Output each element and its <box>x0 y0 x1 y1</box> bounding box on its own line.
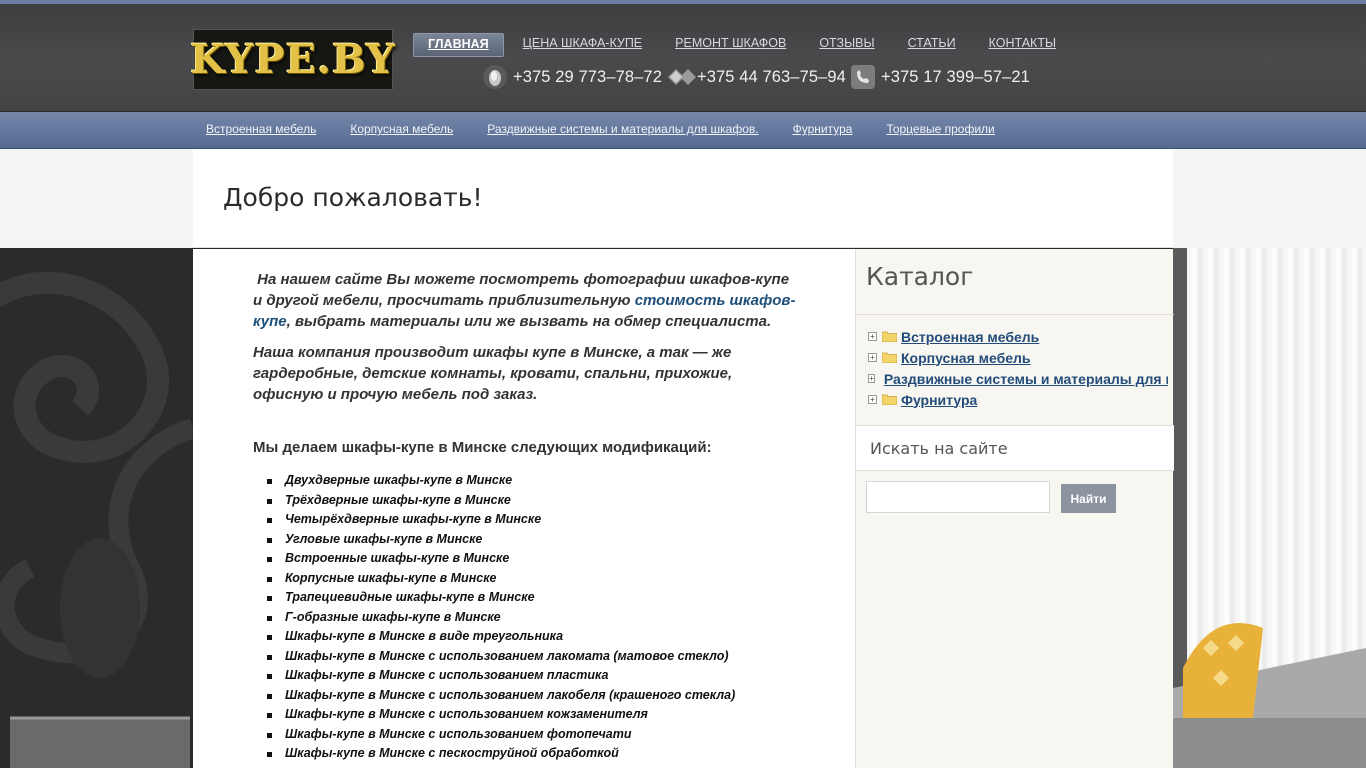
intro-text: На нашем сайте Вы можете посмотреть фото… <box>253 269 798 415</box>
expand-icon[interactable]: + <box>868 332 877 341</box>
catalog-item: + Корпусная мебель <box>868 347 1168 368</box>
list-item: Шкафы-купе в Минске с пескоструйной обра… <box>267 744 825 764</box>
catalog-tree: + Встроенная мебель + Корпусная мебель +… <box>868 326 1168 410</box>
catalog-item: + Встроенная мебель <box>868 326 1168 347</box>
phone-number[interactable]: +375 17 399–57–21 <box>881 68 1030 87</box>
list-item: Трёхдверные шкафы-купе в Минске <box>267 491 825 511</box>
site-header: KYPE.BY Главная Цена шкафа-купе Ремонт ш… <box>0 0 1366 112</box>
phone-item: +375 29 773–78–72 <box>482 64 662 90</box>
list-item: Встроенные шкафы-купе в Минске <box>267 549 825 569</box>
folder-icon <box>882 394 897 405</box>
main-nav: Главная Цена шкафа-купе Ремонт шкафов От… <box>413 33 1075 57</box>
intro-paragraph-1: На нашем сайте Вы можете посмотреть фото… <box>253 269 798 332</box>
list-item: Корпусные шкафы-купе в Минске <box>267 569 825 589</box>
subnav-hardware[interactable]: Фурнитура <box>793 122 853 136</box>
site-logo[interactable]: KYPE.BY <box>190 29 396 90</box>
phone-item: +375 44 763–75–94 <box>666 64 846 90</box>
list-item: Шкафы-купе в Минске в виде треугольника <box>267 627 825 647</box>
nav-articles[interactable]: Статьи <box>894 33 970 57</box>
background-pattern-left <box>0 248 193 768</box>
subnav-built-in[interactable]: Встроенная мебель <box>206 122 316 136</box>
bg-strip <box>1173 149 1366 248</box>
list-item: Шкафы-купе в Минске с использованием лак… <box>267 686 825 706</box>
list-item: Шкафы-купе в Минске с использованием лак… <box>267 647 825 667</box>
phone-number[interactable]: +375 29 773–78–72 <box>513 68 662 87</box>
list-item: Трапециевидные шкафы-купе в Минске <box>267 588 825 608</box>
category-nav: Встроенная мебель Корпусная мебель Раздв… <box>0 112 1366 149</box>
page-title: Добро пожаловать! <box>223 183 483 212</box>
mts-icon <box>666 64 696 90</box>
divider <box>856 314 1174 315</box>
subnav-cabinet[interactable]: Корпусная мебель <box>350 122 453 136</box>
nav-price[interactable]: Цена шкафа-купе <box>509 33 657 57</box>
list-item: Двухдверные шкафы-купе в Минске <box>267 471 825 491</box>
phone-item: +375 17 399–57–21 <box>850 64 1030 90</box>
folder-icon <box>882 331 897 342</box>
nav-reviews[interactable]: Отзывы <box>805 33 888 57</box>
search-input[interactable] <box>866 481 1050 513</box>
catalog-item: + Раздвижные системы и материалы для шка… <box>868 368 1168 389</box>
search-button[interactable]: Найти <box>1061 484 1116 513</box>
list-item: Угловые шкафы-купе в Минске <box>267 530 825 550</box>
list-item: Г-образные шкафы-купе в Минске <box>267 608 825 628</box>
list-item: Шкафы-купе в Минске с использованием кож… <box>267 705 825 725</box>
catalog-item: + Фурнитура <box>868 389 1168 410</box>
landline-phone-icon <box>850 64 876 90</box>
expand-icon[interactable]: + <box>868 353 877 362</box>
list-item: Шкафы-купе в Минске с использованием фот… <box>267 725 825 745</box>
main-content: На нашем сайте Вы можете посмотреть фото… <box>193 249 855 768</box>
phone-list: +375 29 773–78–72 +375 44 763–75–94 +375… <box>482 64 1034 90</box>
background-curtain-right <box>1173 248 1366 768</box>
list-item: Четырёхдверные шкафы-купе в Минске <box>267 510 825 530</box>
logo-text: KYPE.BY <box>190 36 396 83</box>
bg-strip <box>0 149 193 248</box>
catalog-title: Каталог <box>866 262 974 291</box>
subnav-profiles[interactable]: Торцевые профили <box>886 122 994 136</box>
search-header: Искать на сайте <box>856 425 1174 471</box>
modifications-list: Двухдверные шкафы-купе в Минске Трёхдвер… <box>267 471 825 764</box>
expand-icon[interactable]: + <box>868 395 877 404</box>
list-item: Шкафы-купе в Минске с использованием пла… <box>267 666 825 686</box>
intro-paragraph-2: Наша компания производит шкафы купе в Ми… <box>253 344 733 403</box>
welcome-banner: Добро пожаловать! <box>193 149 1173 248</box>
intro-text-end: , выбрать материалы или же вызвать на об… <box>286 313 772 330</box>
catalog-link-cabinet[interactable]: Корпусная мебель <box>901 350 1031 366</box>
nav-repair[interactable]: Ремонт шкафов <box>661 33 800 57</box>
velcom-icon <box>482 64 508 90</box>
sidebar: Каталог + Встроенная мебель + Корпусная … <box>855 249 1174 768</box>
catalog-link-built-in[interactable]: Встроенная мебель <box>901 329 1039 345</box>
subnav-sliding[interactable]: Раздвижные системы и материалы для шкафо… <box>487 122 758 136</box>
nav-contacts[interactable]: Контакты <box>975 33 1070 57</box>
expand-icon[interactable]: + <box>868 374 875 383</box>
nav-home[interactable]: Главная <box>413 33 504 57</box>
modifications-title: Мы делаем шкафы-купе в Минске следующих … <box>253 439 712 456</box>
folder-icon <box>882 352 897 363</box>
catalog-link-hardware[interactable]: Фурнитура <box>901 392 977 408</box>
catalog-link-sliding[interactable]: Раздвижные системы и материалы для шкафо… <box>884 371 1168 387</box>
phone-number[interactable]: +375 44 763–75–94 <box>697 68 846 87</box>
search-title: Искать на сайте <box>870 439 1008 458</box>
